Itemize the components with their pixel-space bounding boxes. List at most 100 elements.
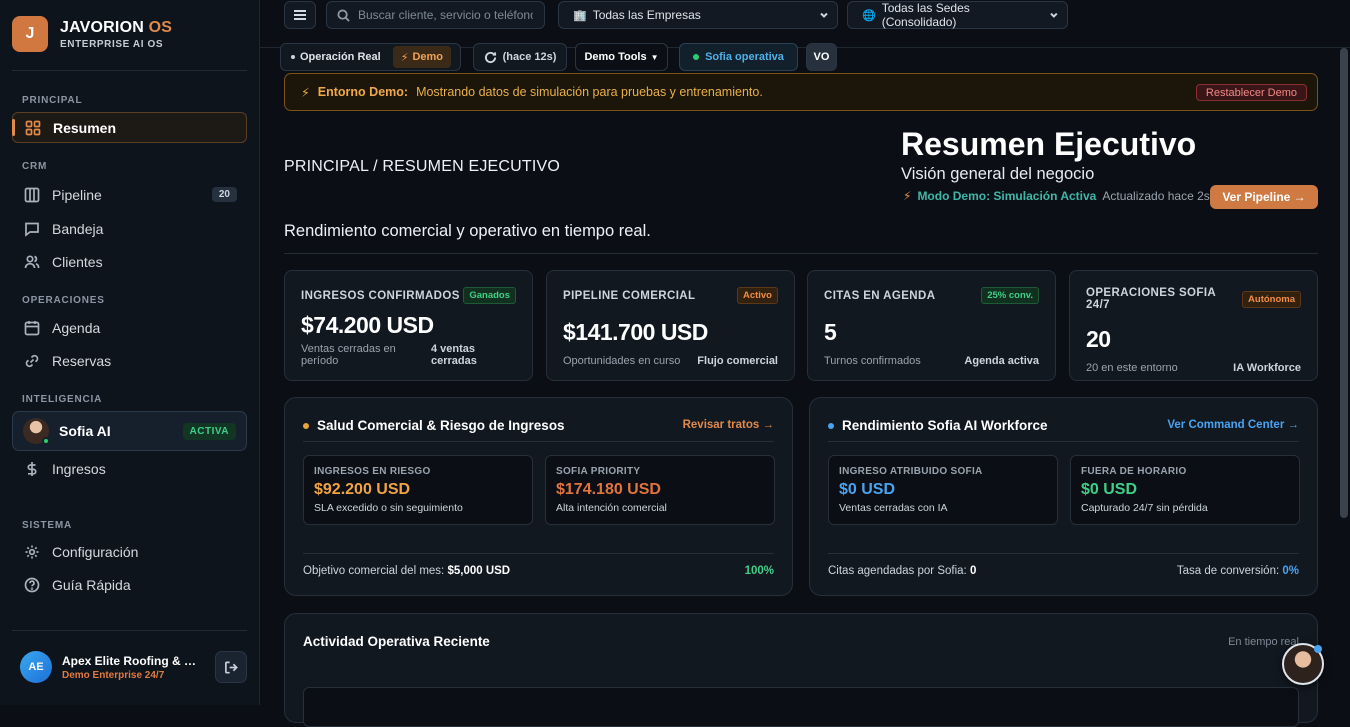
metric-label: INGRESOS EN RIESGO	[314, 466, 431, 477]
banner-label: Entorno Demo:	[317, 85, 409, 99]
brand[interactable]: J JAVORION OS ENTERPRISE AI OS	[12, 16, 172, 52]
section-operaciones: OPERACIONES	[22, 295, 105, 306]
site-select[interactable]: 🌐 Todas las Sedes (Consolidado)	[847, 1, 1068, 29]
mode-demo-label: Demo	[412, 51, 443, 63]
conversion-label: Tasa de conversión:	[1176, 565, 1280, 577]
account-card[interactable]: AE Apex Elite Roofing & Construction Dem…	[20, 651, 202, 683]
sofia-performance-panel: Rendimiento Sofia AI Workforce Ver Comma…	[809, 397, 1318, 596]
sidebar-item-ingresos[interactable]: Ingresos	[12, 453, 247, 484]
sidebar-item-clientes[interactable]: Clientes	[12, 246, 247, 277]
banner-text: Mostrando datos de simulación para prueb…	[416, 85, 763, 99]
demo-banner: ⚡ Entorno Demo: Mostrando datos de simul…	[284, 73, 1318, 111]
demo-tools-dropdown[interactable]: Demo Tools ▼	[575, 43, 668, 71]
company-select[interactable]: 🏢 Todas las Empresas	[558, 1, 838, 29]
chat-icon	[25, 222, 39, 237]
divider	[284, 253, 1318, 254]
section-crm: CRM	[22, 161, 48, 172]
bolt-icon: ⚡	[301, 85, 310, 100]
divider	[303, 441, 774, 442]
sidebar-item-label: Resumen	[53, 119, 117, 136]
review-deals-link[interactable]: Revisar tratos →	[683, 419, 774, 431]
user-avatar-button[interactable]: VO	[806, 43, 837, 71]
sidebar-item-configuracion[interactable]: Configuración	[12, 536, 247, 567]
sidebar-item-sofia-ai[interactable]: Sofia AI ACTIVA	[12, 411, 247, 451]
search-icon	[337, 8, 350, 22]
kpi-title: CITAS EN AGENDA	[824, 289, 936, 302]
kpi-tag: Activo	[736, 287, 778, 304]
kpi-card-pipeline[interactable]: PIPELINE COMERCIAL Activo $141.700 USD Op…	[546, 270, 795, 381]
goal-label: Objetivo comercial del mes:	[303, 565, 445, 577]
refresh-button[interactable]: (hace 12s)	[473, 43, 567, 71]
mode-real-button[interactable]: Operación Real	[281, 44, 391, 70]
metric-sub: Alta intención comercial	[556, 502, 667, 514]
list-item[interactable]	[303, 687, 1299, 727]
brand-name: JAVORION OS	[60, 18, 173, 36]
account-plan: Demo Enterprise 24/7	[62, 669, 165, 681]
metric-sub: SLA excedido o sin seguimiento	[314, 502, 463, 514]
kpi-note: IA Workforce	[1233, 362, 1301, 374]
help-icon	[24, 577, 40, 592]
command-center-link[interactable]: Ver Command Center →	[1167, 419, 1299, 431]
search-box[interactable]	[326, 1, 545, 29]
reset-demo-button[interactable]: Restablecer Demo	[1195, 84, 1307, 101]
metric-revenue-at-risk[interactable]: INGRESOS EN RIESGO $92.200 USD SLA exced…	[303, 455, 533, 525]
brand-subtitle: ENTERPRISE AI OS	[60, 38, 164, 50]
sofia-avatar	[23, 418, 50, 445]
bolt-icon: ⚡	[903, 189, 912, 203]
kpi-note: Flujo comercial	[697, 355, 778, 367]
metric-label: FUERA DE HORARIO	[1081, 466, 1187, 477]
metric-value: $0 USD	[1081, 481, 1138, 498]
sidebar: J JAVORION OS ENTERPRISE AI OS PRINCIPAL…	[0, 0, 260, 705]
columns-icon	[24, 187, 40, 202]
sidebar-item-label: Clientes	[52, 253, 103, 270]
logout-icon	[224, 661, 238, 673]
metric-value: $92.200 USD	[314, 481, 411, 498]
metric-sofia-priority[interactable]: SOFIA PRIORITY $174.180 USD Alta intenci…	[545, 455, 775, 525]
kpi-value: $74.200 USD	[301, 312, 434, 338]
status-dot	[693, 54, 700, 60]
metric-sofia-revenue[interactable]: INGRESO ATRIBUIDO SOFIA $0 USD Ventas ce…	[828, 455, 1058, 525]
mode-demo-button[interactable]: ⚡ Demo	[392, 46, 451, 68]
panel-title-text: Salud Comercial & Riesgo de Ingresos	[317, 418, 565, 433]
kpi-value: $141.700 USD	[563, 319, 708, 345]
scrollbar[interactable]	[1340, 48, 1348, 518]
logout-button[interactable]	[215, 651, 247, 683]
view-pipeline-button[interactable]: Ver Pipeline →	[1210, 185, 1318, 209]
divider	[303, 553, 774, 554]
sidebar-item-resumen[interactable]: Resumen	[12, 112, 247, 143]
chevron-down-icon	[820, 12, 828, 18]
bolt-icon: ⚡	[400, 51, 409, 64]
metric-after-hours[interactable]: FUERA DE HORARIO $0 USD Capturado 24/7 s…	[1070, 455, 1300, 525]
avatar: AE	[20, 651, 52, 683]
sidebar-item-pipeline[interactable]: Pipeline 20	[12, 179, 247, 210]
sofia-stats: Citas agendadas por Sofia: 0 Tasa de con…	[828, 565, 1299, 577]
menu-button[interactable]	[284, 1, 316, 29]
kpi-note: 4 ventas cerradas	[431, 343, 477, 367]
sidebar-item-bandeja[interactable]: Bandeja	[12, 213, 247, 244]
appointments-label: Citas agendadas por Sofia:	[828, 565, 967, 577]
kpi-card-ingresos[interactable]: INGRESOS CONFIRMADOS Ganados $74.200 USD …	[284, 270, 533, 381]
sidebar-item-guia-rapida[interactable]: Guía Rápida	[12, 569, 247, 600]
demo-tools-label: Demo Tools	[584, 51, 647, 63]
sidebar-item-label: Reservas	[52, 352, 112, 369]
kpi-caption: Oportunidades en curso	[563, 355, 681, 367]
search-input[interactable]	[358, 8, 533, 22]
refresh-icon	[484, 51, 496, 63]
recent-activity-panel: Actividad Operativa Reciente En tiempo r…	[284, 613, 1318, 727]
kpi-note: Agenda activa	[964, 355, 1039, 367]
sidebar-item-label: Guía Rápida	[52, 576, 131, 593]
grid-icon	[25, 120, 41, 135]
sofia-chat-fab[interactable]	[1282, 643, 1324, 685]
notification-dot	[1314, 645, 1322, 653]
sidebar-item-reservas[interactable]: Reservas	[12, 345, 247, 376]
metric-label: SOFIA PRIORITY	[556, 466, 641, 477]
panel-title: Rendimiento Sofia AI Workforce	[828, 418, 1048, 433]
sidebar-item-agenda[interactable]: Agenda	[12, 312, 247, 343]
divider	[828, 553, 1299, 554]
refresh-label: (hace 12s)	[502, 51, 557, 63]
dollar-icon	[27, 461, 37, 476]
kpi-card-citas[interactable]: CITAS EN AGENDA 25% conv. 5 Turnos confir…	[807, 270, 1056, 381]
kpi-card-sofia[interactable]: OPERACIONES SOFIA 24/7 Autónoma 20 20 en …	[1069, 270, 1318, 381]
sofia-status-button[interactable]: Sofia operativa	[679, 43, 798, 71]
conversion-value: 0%	[1282, 565, 1299, 577]
